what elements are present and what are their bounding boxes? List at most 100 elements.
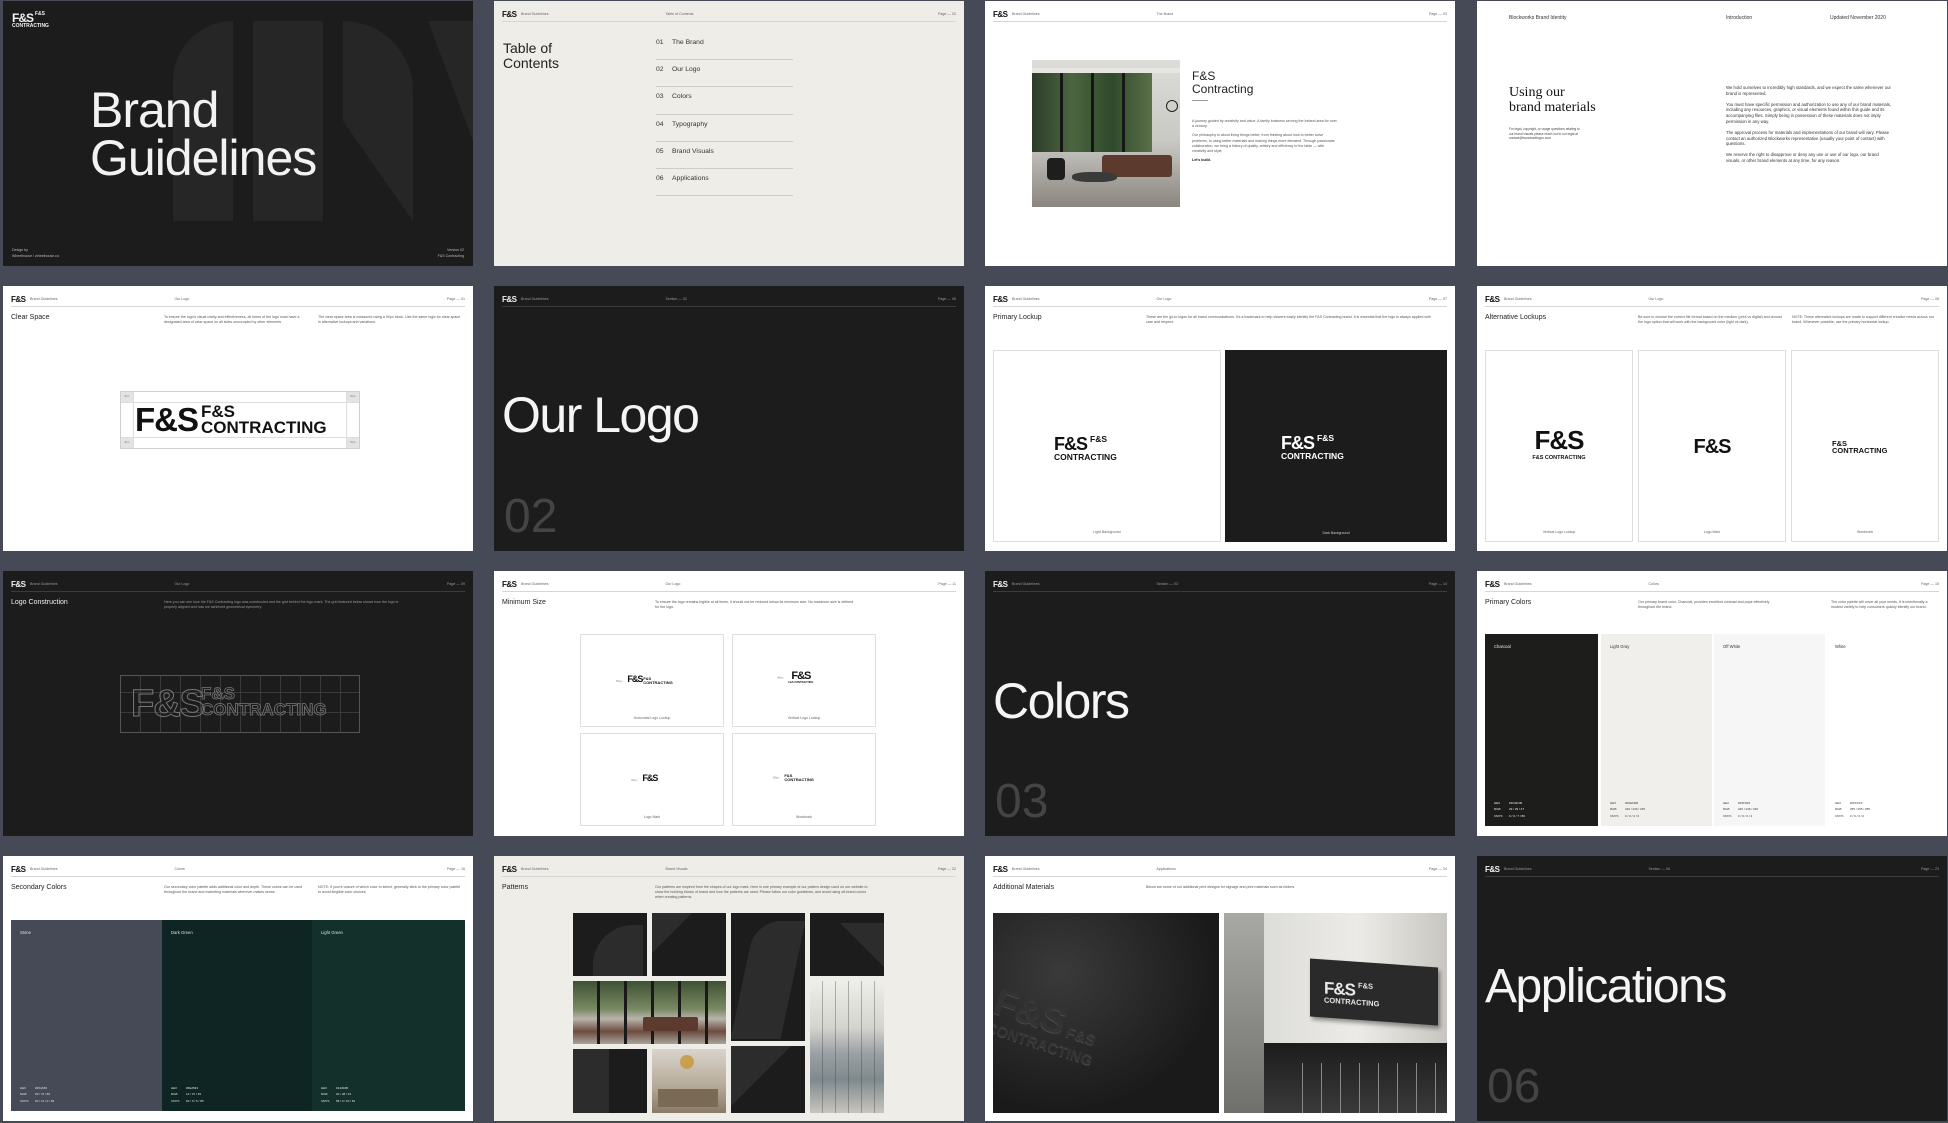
toc-item[interactable]: 06 Applications [656,169,793,197]
slide-header: F&S Brand Guidelines Our Logo Page — 08 [1485,294,1939,307]
slide-header: F&S Brand Guidelines Brand Visuals Page — 2… [502,864,956,877]
color-swatch: Charcoal HEX #1D1D1B RGB 29 / 29 / 27 CMYK 0 /… [1485,634,1598,826]
slide-title: Secondary Colors [11,884,67,891]
slide-header: F&S Brand Guidelines Applications Page — 24 [993,864,1447,877]
vertical-lockup-panel: F&S F&S CONTRACTING Vertical Logo Lockup [1485,350,1633,542]
slide-primary-lockup: F&S Brand Guidelines Our Logo Page — 07 Pri… [985,286,1455,551]
slide-title: Logo Construction [11,599,68,606]
slide-title: Minimum Size [502,599,546,606]
pattern-grid [573,913,884,1113]
header-mid: Introduction [1726,15,1753,21]
header-right: Updated November 2020 [1830,15,1886,21]
toc-item[interactable]: 04 Typography [656,115,793,142]
section-number: 06 [1487,1060,1541,1113]
swatch-name: White [1835,644,1846,649]
cover-credit: Design by Wheelhouse / wheelhouse.co [12,248,59,258]
swatch-values: HEX #1D1D1B RGB 29 / 29 / 27 CMYK 0 / 0 / 7 /… [1494,801,1525,818]
brand-name: F&S Contracting [1192,69,1254,96]
slide-alternative-lockups: F&S Brand Guidelines Our Logo Page — 08 Alt… [1477,286,1947,551]
slide-patterns: F&S Brand Guidelines Brand Visuals Page — 2… [494,856,964,1121]
toc-item-number: 03 [656,93,664,101]
toc-item-label: Typography [672,120,708,128]
toc-title: Table of Contents [503,40,560,71]
body-2: The clear space area is measured using a… [318,315,461,325]
body: Below are some of our additional print d… [1146,885,1296,889]
min-horizontal-panel: 60px F&S F&S CONTRACTING Horizontal Logo… [580,634,724,727]
slide-header: F&S Brand Guidelines The Brand Page — 03 [993,9,1447,22]
section-title: Our Logo [502,387,700,443]
divider [1192,100,1208,101]
section-number: 03 [995,775,1049,828]
cover-version: Version 02 F&S Contracting [437,248,464,258]
min-logomark-panel: 32px F&S Logo Mark [580,733,724,826]
slide-title: Patterns [502,884,529,891]
slide-header: F&S Brand Guidelines Colors Page — 15 [1485,579,1939,592]
color-swatch: White HEX #FFFFFF RGB 255 / 255 / 255 CMYK 0 /… [1826,634,1939,826]
using-title: Using our brand materials [1509,85,1596,115]
swatch-values: HEX #F0EFEB RGB 240 / 239 / 235 CMYK 0 / 0 / … [1610,801,1646,818]
section-title: Colors [993,673,1130,729]
slide-our-logo: F&S Brand Guidelines Section — 02 Page — 06… [494,286,964,551]
body: Here you can see how the F&S Contracting… [164,600,399,610]
slide-header: F&S Brand Guidelines Our Logo Page — 01 [11,294,465,307]
slide-minimum-size: F&S Brand Guidelines Our Logo Page — 11 Min… [494,571,964,836]
section-title: Applications [1485,960,1727,1013]
body-2: NOTE: These alternative lockups are made… [1792,315,1934,325]
slide-the-brand: F&S Brand Guidelines The Brand Page — 03 F&… [985,1,1455,266]
swatch-values: HEX #454A56 RGB 69 / 74 / 86 CMYK 20 / 14 / 0… [20,1086,55,1103]
swatch-values: HEX #14302B RGB 20 / 48 / 43 CMYK 58 / 0 / 10… [321,1086,356,1103]
min-vertical-panel: 40px F&S F&S CONTRACTING Vertical Logo Lo… [732,634,876,727]
body-1: To ensure the logo's visual clarity and … [164,315,300,325]
toc-item-label: Colors [672,93,692,101]
slide-header: F&S Brand Guidelines Section — 03 Page — 14 [993,579,1447,592]
slide-toc: F&S Brand Guidelines Table of Contents Page… [494,1,964,266]
light-bg-panel: F&S F&S CONTRACTING Light Background [993,350,1221,542]
body-1: Our secondary color palette adds additio… [164,885,303,895]
slide-title: Primary Lockup [993,314,1042,321]
toc-item-number: 05 [656,147,664,155]
body: Our patterns are inspired from the shape… [655,885,868,900]
slide-title: Primary Colors [1485,599,1532,606]
toc-item[interactable]: 01 The Brand [656,33,793,61]
swatch-name: Light Gray [1610,644,1630,649]
dark-bg-panel: F&S F&S CONTRACTING Dark Background [1225,350,1447,542]
swatch-name: Off White [1723,644,1741,649]
section-number: 02 [504,490,558,543]
toc-item[interactable]: 02 Our Logo [656,60,793,88]
wordmark: F&S CONTRACTING [201,402,327,438]
toc-item-label: The Brand [672,39,704,46]
cover-logo: F&S F&S CONTRACTING [12,11,49,29]
slide-header: F&S Brand Guidelines Colors Page — 16 [11,864,465,877]
color-swatch: Stone HEX #454A56 RGB 69 / 74 / 86 CMYK 20 / 1… [11,920,162,1111]
toc-item[interactable]: 05 Brand Visuals [656,142,793,169]
header-left: Blockworks Brand Identity [1509,15,1567,21]
slide-header: F&S Brand Guidelines Section — 02 Page — 06 [502,294,956,307]
slide-header: F&S Brand Guidelines Table of Contents Page… [502,9,956,22]
color-swatch: Dark Green HEX #0E2523 RGB 14 / 37 / 35 CMYK 6… [162,920,312,1111]
brand-description: A journey guided by creativity and value… [1192,119,1337,163]
interior-photo [1032,60,1180,207]
toc-item-label: Brand Visuals [672,147,714,155]
color-swatch: Off White HEX #F6F6F6 RGB 246 / 246 / 246 CMY… [1714,634,1825,826]
slide-title: Alternative Lockups [1485,314,1547,321]
toc-item-number: 02 [656,66,664,74]
toc-item[interactable]: 03 Colors [656,87,793,115]
slide-applications: F&S Brand Guidelines Section — 06 Page — 23… [1477,856,1947,1121]
slide-secondary-colors: F&S Brand Guidelines Colors Page — 16 Secon… [3,856,473,1121]
toc-item-number: 06 [656,174,664,182]
body: To ensure the logo remains legible at al… [655,600,854,610]
slide-clear-space: F&S Brand Guidelines Our Logo Page — 01 Cle… [3,286,473,551]
color-swatch: Light Gray HEX #F0EFEB RGB 240 / 239 / 235 CM… [1601,634,1712,826]
logo-mark: F&S [135,401,199,438]
toc-item-label: Applications [672,174,709,182]
construction-grid: F&S F&S CONTRACTING [120,675,360,733]
slide-colors: F&S Brand Guidelines Section — 03 Page — 14… [985,571,1455,836]
embossed-folder-photo: F&S F&S CONTRACTING [993,913,1219,1113]
slide-title: Clear Space [11,314,50,321]
wordmark-panel: F&S CONTRACTING Wordmark [1791,350,1939,542]
swatch-name: Charcoal [1494,644,1511,649]
toc-item-label: Our Logo [672,66,701,74]
swatch-values: HEX #FFFFFF RGB 255 / 255 / 255 CMYK 0 / 0 / … [1835,801,1871,818]
slide-using-brand-materials: Blockworks Brand Identity Introduction U… [1477,1,1947,266]
toc-list: 01 The Brand 02 Our Logo 03 Colors 04 Typograph… [656,33,793,197]
